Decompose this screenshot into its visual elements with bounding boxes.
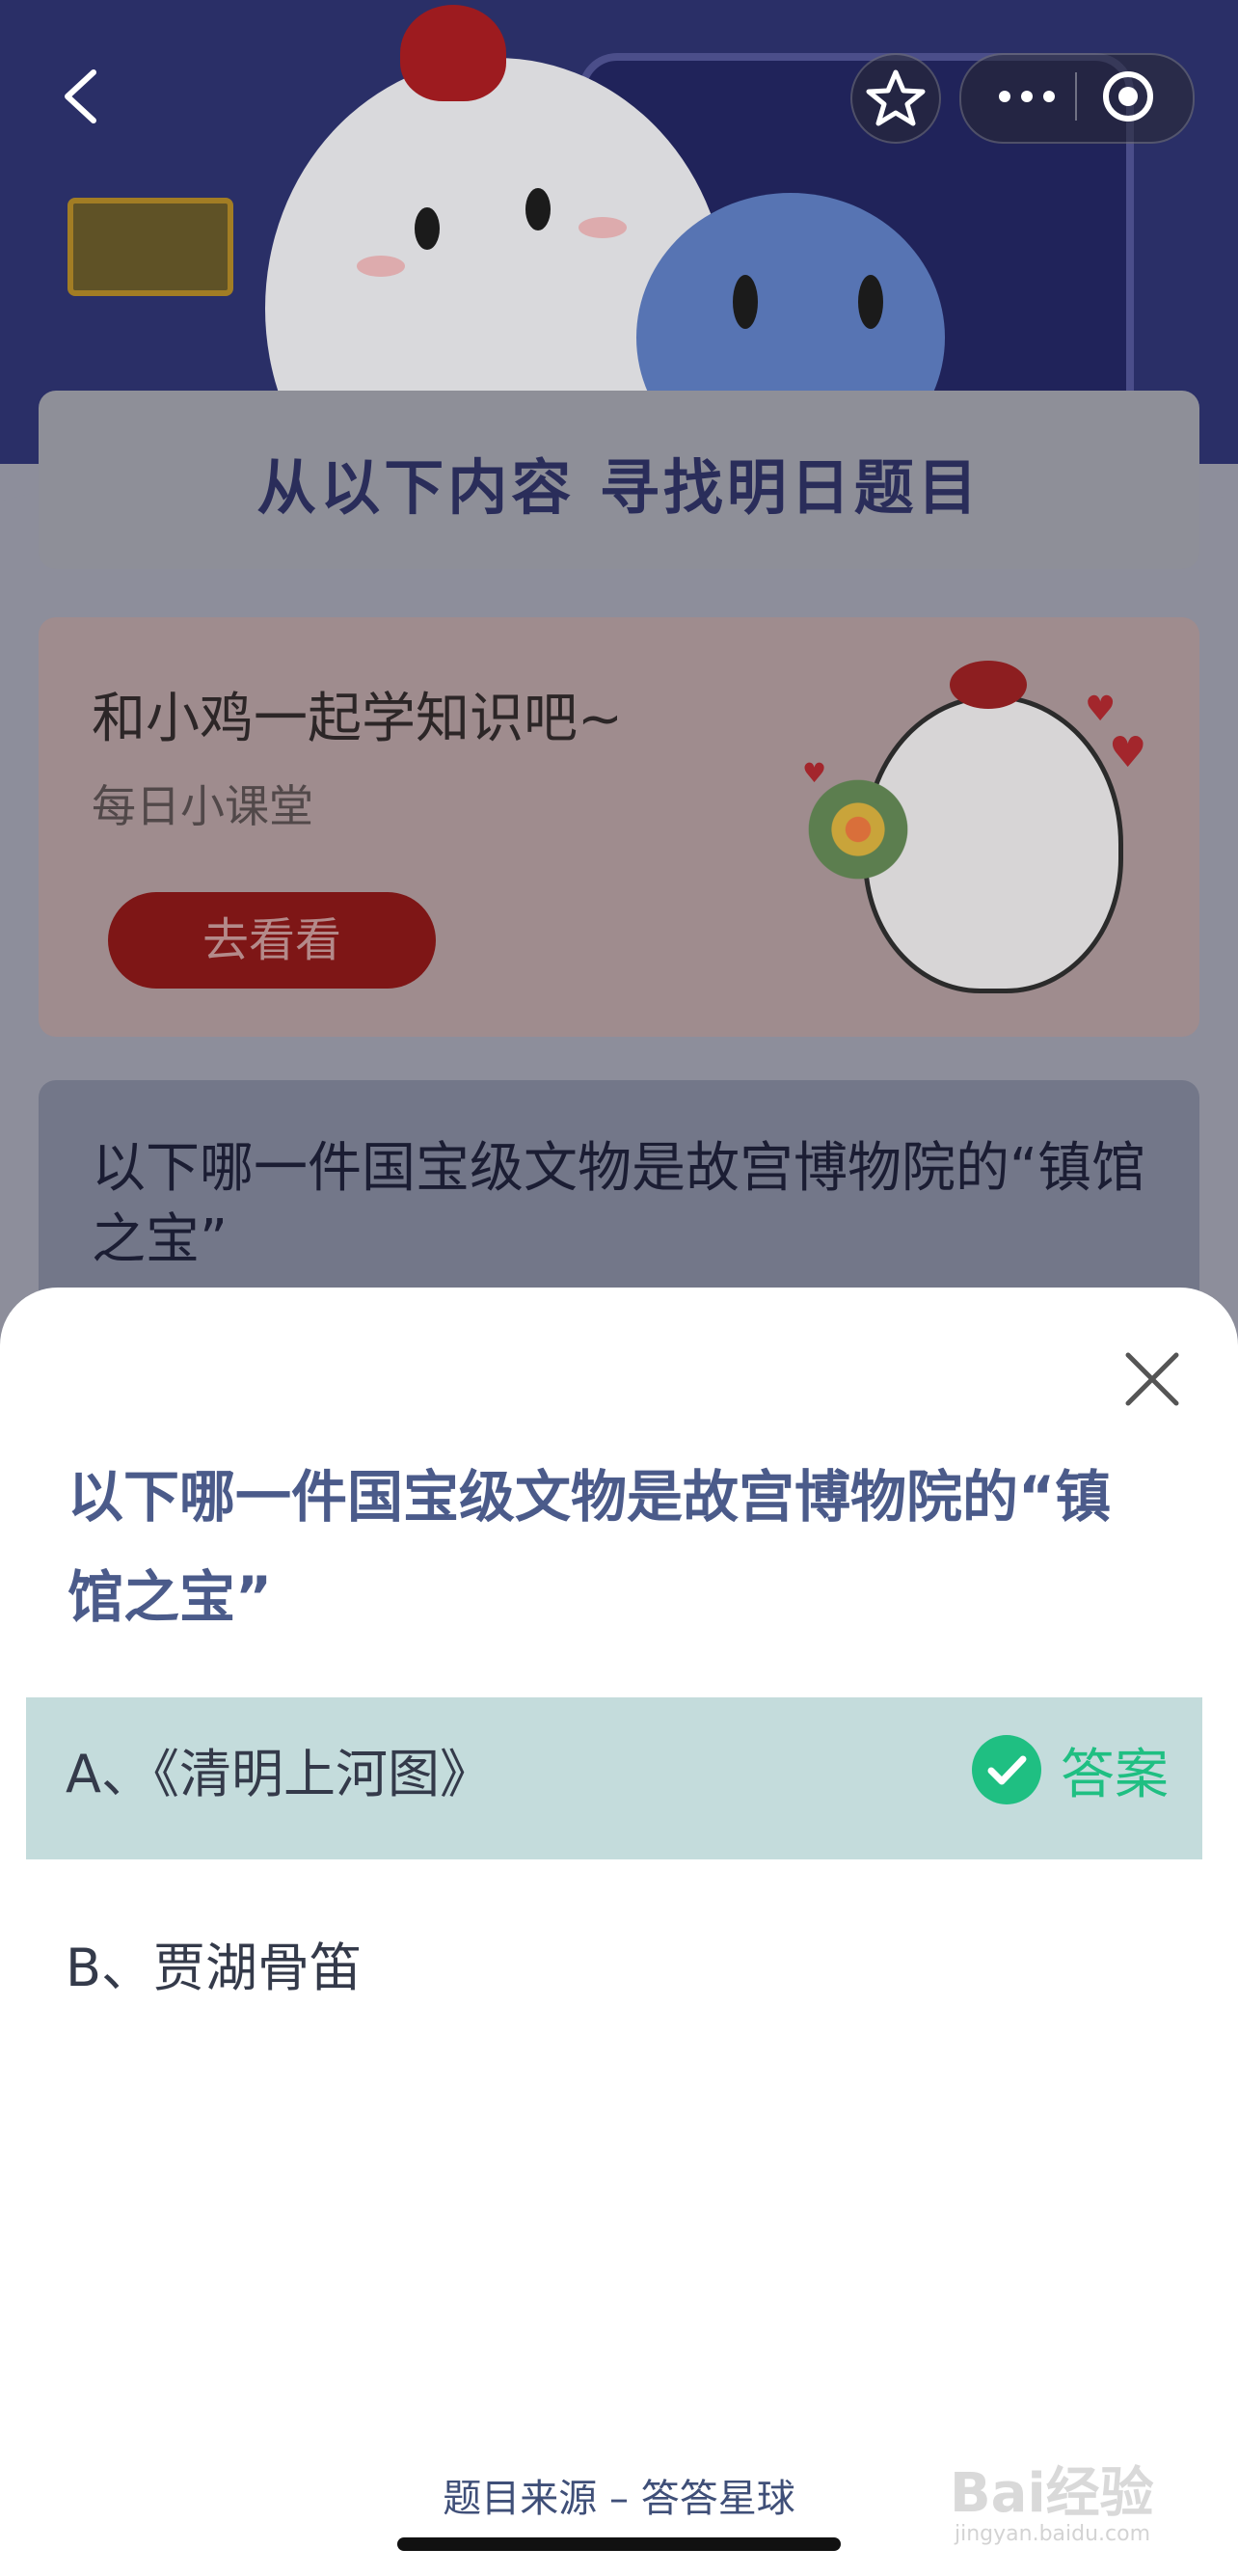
- back-button[interactable]: [53, 68, 111, 125]
- alien-eye-right: [858, 275, 883, 329]
- answer-tag: 答案: [1061, 1744, 1169, 1806]
- chick-eye-left: [415, 207, 440, 250]
- favorite-button[interactable]: [850, 53, 941, 144]
- medal-frame-illustration: [67, 198, 233, 296]
- chick-comb: [400, 5, 506, 101]
- promo-button[interactable]: 去看看: [108, 892, 436, 989]
- back-icon: [65, 69, 96, 123]
- promo-chick-comb: [950, 661, 1027, 709]
- option-a-label: A、《清明上河图》: [66, 1744, 492, 1804]
- question-title: 以下哪一件国宝级文物是故宫博物院的“镇馆之宝”: [67, 1464, 1112, 1630]
- chick-eye-right: [525, 188, 551, 230]
- heart-icon: ♥: [1085, 690, 1117, 729]
- home-indicator[interactable]: [397, 2537, 841, 2551]
- promo-subtitle: 每日小课堂: [92, 780, 313, 832]
- close-button[interactable]: [1118, 1345, 1186, 1413]
- check-circle-icon: [972, 1735, 1041, 1804]
- more-button[interactable]: [993, 87, 1061, 106]
- promo-title: 和小鸡一起学知识吧~: [92, 688, 623, 750]
- flower-bouquet-illustration: [800, 772, 916, 887]
- chick-cheek: [357, 256, 405, 277]
- watermark-url: jingyan.baidu.com: [955, 2522, 1151, 2546]
- heart-icon: ♥: [1109, 728, 1147, 777]
- capsule-divider: [1075, 72, 1077, 121]
- close-icon: [1125, 1352, 1179, 1406]
- option-b-label[interactable]: B、贾湖骨笛: [66, 1925, 362, 2001]
- heading-title: 从以下内容 寻找明日题目: [256, 452, 982, 523]
- record-icon: [1103, 71, 1153, 122]
- more-icon: [999, 91, 1055, 102]
- watermark-logo: Bai经验: [950, 2462, 1154, 2525]
- alien-eye-left: [733, 275, 758, 329]
- record-button[interactable]: [1099, 68, 1157, 125]
- question-preview-title: 以下哪一件国宝级文物是故宫博物院的“镇馆之宝”: [92, 1137, 1146, 1271]
- star-icon: [866, 69, 926, 126]
- chick-cheek: [579, 217, 627, 238]
- heart-icon: ♥: [802, 757, 827, 789]
